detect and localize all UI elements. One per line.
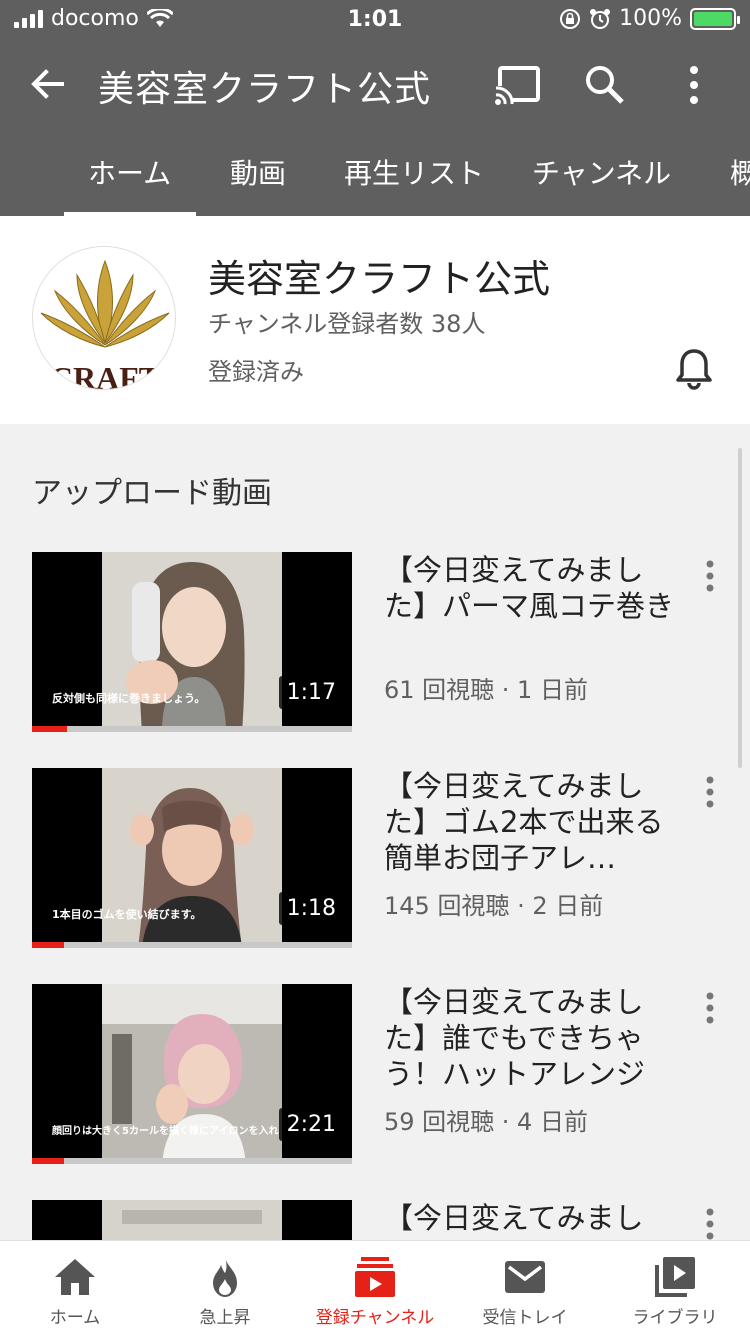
nav-trending[interactable]: 急上昇 xyxy=(150,1241,300,1334)
more-vert-icon[interactable] xyxy=(672,62,716,108)
nav-subscriptions[interactable]: 登録チャンネル xyxy=(300,1241,450,1334)
tab-about[interactable]: 概 xyxy=(730,152,750,192)
notification-bell-icon[interactable] xyxy=(672,346,716,390)
status-right: 100% xyxy=(559,6,740,31)
watch-progress-fill xyxy=(32,942,64,948)
video-title[interactable]: 【今日変えてみました】ゴム2本で出来る簡単お団子アレ… xyxy=(384,768,684,876)
thumbnail-image xyxy=(102,984,282,1164)
video-thumbnail[interactable] xyxy=(32,1200,352,1240)
video-title[interactable]: 【今日変えてみまし xyxy=(384,1200,684,1236)
thumbnail-caption: 1本目のゴムを使い結びます。 xyxy=(52,908,202,921)
nav-label: ホーム xyxy=(49,1308,101,1328)
video-item[interactable]: 1本目のゴムを使い結びます。 1:18 【今日変えてみました】ゴム2本で出来る簡… xyxy=(0,768,750,958)
subscriptions-icon xyxy=(355,1257,395,1297)
channel-avatar[interactable]: CRAFT xyxy=(32,246,176,390)
video-thumbnail[interactable]: 1本目のゴムを使い結びます。 1:18 xyxy=(32,768,352,948)
nav-home[interactable]: ホーム xyxy=(0,1241,150,1334)
app-bar: 美容室クラフト公式 xyxy=(0,42,750,132)
channel-name: 美容室クラフト公式 xyxy=(208,257,551,301)
mail-icon xyxy=(505,1261,545,1293)
home-icon xyxy=(55,1259,95,1295)
video-duration: 1:17 xyxy=(278,676,344,709)
video-duration: 1:18 xyxy=(278,892,344,925)
cast-icon[interactable] xyxy=(494,64,542,108)
logo-wordmark: CRAFT xyxy=(50,360,160,390)
tab-home[interactable]: ホーム xyxy=(88,152,171,192)
search-icon[interactable] xyxy=(582,62,628,108)
thumbnail-caption: 顔回りは大きく5カールを描く様にアイロンを入れ xyxy=(52,1126,279,1137)
watch-progress-track xyxy=(32,942,352,948)
tab-playlists[interactable]: 再生リスト xyxy=(344,152,484,192)
video-item[interactable]: 顔回りは大きく5カールを描く様にアイロンを入れ 2:21 【今日変えてみました】… xyxy=(0,984,750,1174)
video-more-icon[interactable] xyxy=(698,1206,722,1240)
video-more-icon[interactable] xyxy=(698,558,722,594)
status-bar: docomo 1:01 100% xyxy=(0,0,750,42)
tab-channels[interactable]: チャンネル xyxy=(532,152,671,192)
subscribed-button[interactable]: 登録済み xyxy=(208,352,304,387)
nav-label: 登録チャンネル xyxy=(315,1308,435,1328)
craft-logo: CRAFT xyxy=(33,247,175,390)
nav-label: 急上昇 xyxy=(199,1308,251,1328)
video-duration: 2:21 xyxy=(278,1108,344,1141)
library-icon xyxy=(655,1257,695,1297)
video-meta: 59 回視聴 · 4 日前 xyxy=(384,1108,588,1136)
channel-tabs: ホーム 動画 再生リスト チャンネル 概 xyxy=(0,132,750,216)
thumbnail-image xyxy=(102,1200,282,1240)
video-meta: 61 回視聴 · 1 日前 xyxy=(384,676,588,704)
app-bar-title: 美容室クラフト公式 xyxy=(98,69,432,110)
back-arrow-icon[interactable] xyxy=(26,62,70,106)
thumbnail-caption: 反対側も同様に巻きましょう。 xyxy=(52,692,206,705)
nav-inbox[interactable]: 受信トレイ xyxy=(450,1241,600,1334)
video-thumbnail[interactable]: 顔回りは大きく5カールを描く様にアイロンを入れ 2:21 xyxy=(32,984,352,1164)
video-more-icon[interactable] xyxy=(698,990,722,1026)
nav-label: 受信トレイ xyxy=(482,1308,568,1328)
subscriber-count: チャンネル登録者数 38人 xyxy=(208,310,486,338)
bottom-navigation: ホーム 急上昇 登録チャンネル 受信トレイ ライブラリ xyxy=(0,1240,750,1334)
watch-progress-fill xyxy=(32,726,68,732)
video-item[interactable]: 反対側も同様に巻きましょう。 1:17 【今日変えてみました】パーマ風コテ巻き … xyxy=(0,552,750,742)
flame-icon xyxy=(213,1257,237,1297)
video-item[interactable]: 【今日変えてみまし xyxy=(0,1200,750,1240)
battery-percent: 100% xyxy=(619,6,682,31)
tab-videos[interactable]: 動画 xyxy=(230,152,286,192)
battery-icon xyxy=(690,7,740,30)
video-thumbnail[interactable]: 反対側も同様に巻きましょう。 1:17 xyxy=(32,552,352,732)
nav-library[interactable]: ライブラリ xyxy=(600,1241,750,1334)
rotation-lock-icon xyxy=(560,8,581,29)
video-title[interactable]: 【今日変えてみました】パーマ風コテ巻き xyxy=(384,552,684,624)
uploads-section-title: アップロード動画 xyxy=(32,476,272,511)
video-meta: 145 回視聴 · 2 日前 xyxy=(384,892,604,920)
alarm-icon xyxy=(590,8,611,29)
nav-label: ライブラリ xyxy=(632,1308,718,1328)
video-title[interactable]: 【今日変えてみました】誰でもできちゃう！ハットアレンジ xyxy=(384,984,684,1092)
watch-progress-track xyxy=(32,1158,352,1164)
channel-header: CRAFT 美容室クラフト公式 チャンネル登録者数 38人 登録済み xyxy=(0,216,750,424)
watch-progress-track xyxy=(32,726,352,732)
video-more-icon[interactable] xyxy=(698,774,722,810)
watch-progress-fill xyxy=(32,1158,64,1164)
